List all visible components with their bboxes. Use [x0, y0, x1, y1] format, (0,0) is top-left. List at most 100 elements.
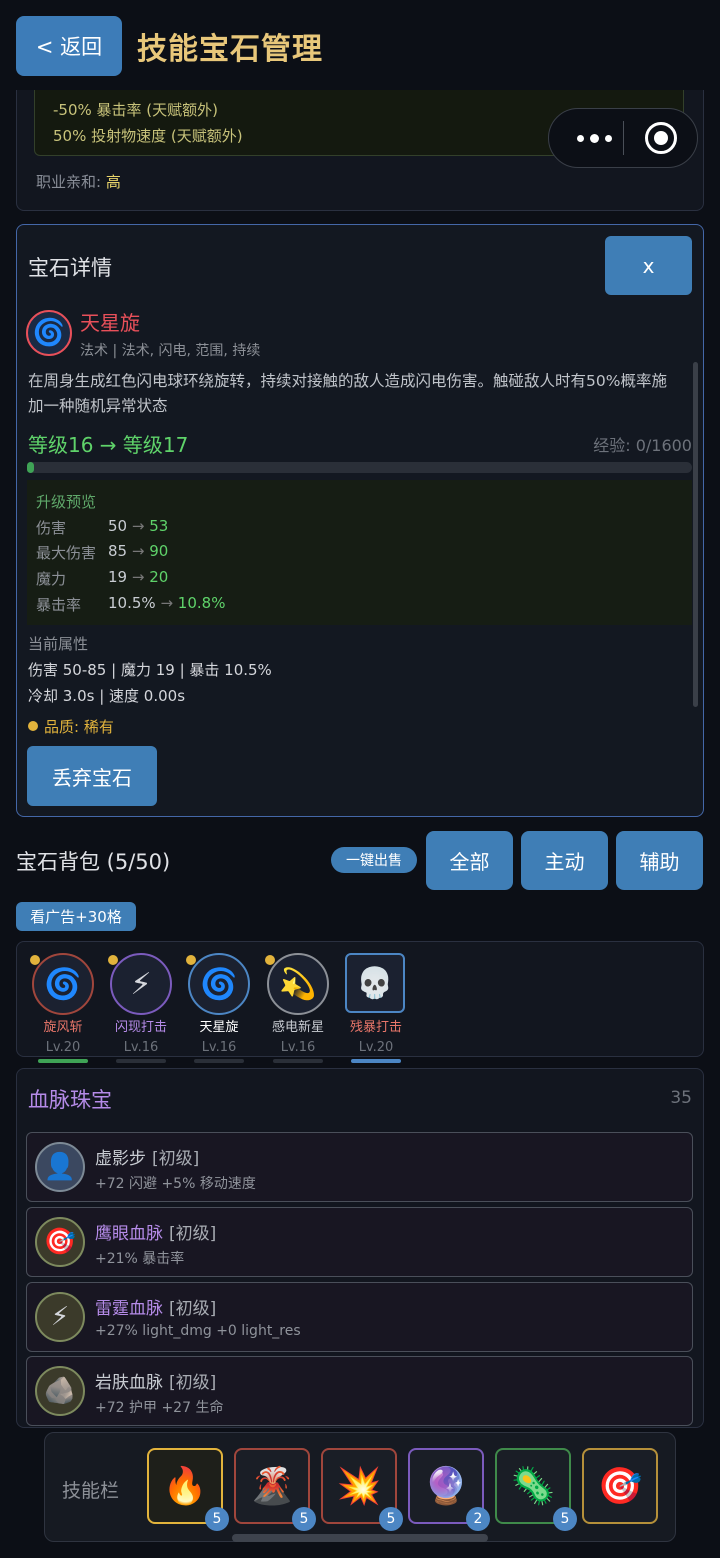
- preview-stat-label: 暴击率: [36, 596, 82, 614]
- upgrade-preview-title: 升级预览: [36, 493, 97, 511]
- quality-dot-icon: [28, 721, 38, 731]
- gem-exp-bar: [194, 1059, 244, 1063]
- preview-stat-value: 50 → 53: [108, 517, 168, 535]
- talent-bonus-line: -50% 暴击率 (天赋额外): [53, 101, 218, 119]
- quality-text: 品质: 稀有: [44, 718, 114, 736]
- gem-tags: 法术 | 法术, 闪电, 范围, 持续: [80, 343, 261, 359]
- rock-icon: 🪨: [35, 1366, 85, 1416]
- gem-item-level: Lv.16: [201, 1040, 237, 1055]
- gem-item-name: 旋风斩: [43, 1020, 83, 1035]
- gem-item-name: 感电新星: [271, 1020, 324, 1035]
- new-dot-icon: [265, 955, 275, 965]
- spiral-icon[interactable]: 🌀: [32, 953, 94, 1015]
- stat-from: 19: [108, 568, 128, 586]
- discard-gem-button[interactable]: 丢弃宝石: [27, 746, 157, 806]
- page-title: 技能宝石管理: [137, 32, 323, 67]
- skull-icon[interactable]: 💀: [345, 953, 405, 1013]
- stat-to: 20: [149, 568, 169, 586]
- preview-stat-value: 10.5% → 10.8%: [108, 594, 225, 612]
- bloodline-stats: +21% 暴击率: [95, 1251, 185, 1267]
- stat-from: 50: [108, 517, 128, 535]
- lightning-icon[interactable]: ⚡: [110, 953, 172, 1015]
- gem-item-level: Lv.20: [358, 1040, 394, 1055]
- preview-stat-value: 85 → 90: [108, 542, 168, 560]
- sell-all-button[interactable]: 一键出售: [331, 847, 417, 873]
- jewel-name: 雷霆血脉: [95, 1299, 163, 1319]
- new-dot-icon: [186, 955, 196, 965]
- preview-stat-label: 魔力: [36, 570, 67, 588]
- gem-description: 在周身生成红色闪电球环绕旋转，持续对接触的敌人造成闪电伤害。触碰敌人时有50%概…: [28, 372, 667, 415]
- jewel-name: 鹰眼血脉: [95, 1224, 163, 1244]
- bloodline-stats: +72 闪避 +5% 移动速度: [95, 1176, 256, 1192]
- level-upgrade-text: 等级16 → 等级17: [28, 433, 189, 457]
- arrow-icon: →: [131, 568, 145, 586]
- skill-bar-label: 技能栏: [62, 1480, 120, 1502]
- gem-bag-title: 宝石背包 (5/50): [16, 850, 171, 874]
- target-icon: 🎯: [35, 1217, 85, 1267]
- top-nav-bar: < 返回 技能宝石管理: [0, 0, 720, 90]
- exp-text: 经验: 0/1600: [593, 436, 692, 455]
- exp-progress-bar: [27, 462, 692, 473]
- gem-exp-bar: [273, 1059, 323, 1063]
- spiral-icon[interactable]: 🌀: [188, 953, 250, 1015]
- class-affinity: 职业亲和: 高: [36, 171, 121, 192]
- affinity-label: 职业亲和:: [36, 173, 102, 191]
- stat-from: 85: [108, 542, 128, 560]
- bloodline-title: 血脉珠宝: [28, 1088, 112, 1112]
- volcano-icon: 🌋: [249, 1466, 295, 1507]
- filter-all-button[interactable]: 全部: [426, 831, 513, 890]
- bloodline-stats: +72 护甲 +27 生命: [95, 1400, 224, 1416]
- skill-count-badge: 5: [292, 1507, 316, 1531]
- skill-count-badge: 5: [553, 1507, 577, 1531]
- fire-icon: 🔥: [162, 1466, 208, 1507]
- close-detail-button[interactable]: x: [605, 236, 692, 295]
- bloodline-stats: +27% light_dmg +0 light_res: [95, 1323, 301, 1339]
- jewel-name: 虚影步: [95, 1149, 146, 1169]
- watch-ad-button[interactable]: 看广告+30格: [16, 902, 136, 931]
- explosion-icon: 💥: [336, 1466, 382, 1507]
- microbe-icon: 🦠: [510, 1466, 556, 1507]
- preview-stat-label: 最大伤害: [36, 544, 97, 562]
- jewel-grade: [初级]: [169, 1224, 217, 1244]
- jewel-name: 岩肤血脉: [95, 1373, 163, 1393]
- gem-exp-bar: [38, 1059, 88, 1063]
- gem-item-level: Lv.16: [280, 1040, 316, 1055]
- gem-item-level: Lv.16: [123, 1040, 159, 1055]
- jewel-grade: [初级]: [152, 1149, 200, 1169]
- stat-to: 10.8%: [177, 594, 226, 612]
- gem-name: 天星旋: [80, 311, 140, 335]
- gem-detail-title: 宝石详情: [28, 256, 112, 280]
- stat-to: 53: [149, 517, 169, 535]
- current-attr-line: 伤害 50-85 | 魔力 19 | 暴击 10.5%: [28, 661, 272, 679]
- jewel-grade: [初级]: [169, 1299, 217, 1319]
- gem-item-name: 闪现打击: [114, 1020, 167, 1035]
- detail-scrollbar[interactable]: [693, 362, 698, 707]
- skill-count-badge: 2: [466, 1507, 490, 1531]
- preview-stat-label: 伤害: [36, 519, 67, 537]
- current-attr-line: 冷却 3.0s | 速度 0.00s: [28, 687, 186, 705]
- gem-item-name: 天星旋: [199, 1020, 239, 1035]
- filter-active-button[interactable]: 主动: [521, 831, 608, 890]
- gem-item-name: 残暴打击: [349, 1020, 402, 1035]
- affinity-value: 高: [105, 173, 121, 191]
- new-dot-icon: [30, 955, 40, 965]
- gem-item-level: Lv.20: [45, 1040, 81, 1055]
- skill-count-badge: 5: [379, 1507, 403, 1531]
- bloodline-name: 鹰眼血脉 [初级]: [95, 1219, 216, 1244]
- home-indicator: [232, 1534, 488, 1542]
- arrow-icon: →: [160, 594, 174, 612]
- back-button[interactable]: < 返回: [16, 16, 122, 76]
- bloodline-name: 虚影步 [初级]: [95, 1144, 199, 1169]
- spiral-icon: 🌀: [26, 310, 72, 356]
- exp-progress-fill: [27, 462, 34, 473]
- target-icon: 🎯: [597, 1466, 643, 1507]
- skill-slot[interactable]: 🎯: [582, 1448, 658, 1524]
- comet-icon[interactable]: 💫: [267, 953, 329, 1015]
- crystal-ball-icon: 🔮: [423, 1466, 469, 1507]
- close-miniprogram-icon[interactable]: [645, 122, 677, 154]
- bloodline-count: 35: [670, 1088, 692, 1108]
- filter-support-button[interactable]: 辅助: [616, 831, 703, 890]
- talent-bonus-line: 50% 投射物速度 (天赋额外): [53, 127, 243, 145]
- more-menu-icon[interactable]: [569, 127, 619, 149]
- bloodline-name: 岩肤血脉 [初级]: [95, 1368, 216, 1393]
